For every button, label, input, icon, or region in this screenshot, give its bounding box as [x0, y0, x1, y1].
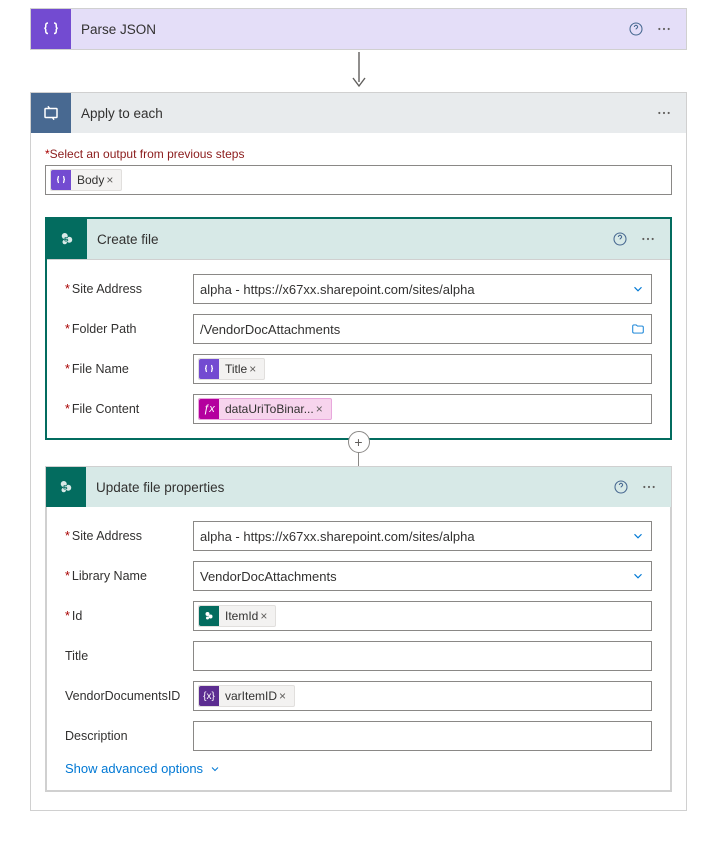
help-icon[interactable]: [622, 15, 650, 43]
apply-body: *Select an output from previous steps Bo…: [30, 133, 687, 811]
parse-json-title: Parse JSON: [71, 22, 622, 37]
variable-icon: {x}: [199, 686, 219, 706]
select-output-label: *Select an output from previous steps: [45, 147, 672, 161]
chevron-down-icon: [209, 763, 221, 775]
datauri-token[interactable]: ƒx dataUriToBinar... ×: [198, 398, 332, 420]
chevron-down-icon: [631, 569, 645, 583]
title-label: Title: [65, 649, 193, 663]
create-file-title: Create file: [87, 232, 606, 247]
chevron-down-icon: [631, 529, 645, 543]
itemid-token[interactable]: ItemId ×: [198, 605, 276, 627]
remove-token-icon[interactable]: ×: [258, 609, 269, 623]
remove-token-icon[interactable]: ×: [314, 402, 325, 416]
flow-arrow: [30, 50, 687, 92]
create-file-step[interactable]: S Create file *Site Address alpha - http…: [45, 217, 672, 440]
sharepoint-icon: S: [47, 219, 87, 259]
title-input[interactable]: [193, 641, 652, 671]
remove-token-icon[interactable]: ×: [277, 689, 288, 703]
file-content-input[interactable]: ƒx dataUriToBinar... ×: [193, 394, 652, 424]
json-icon: [31, 9, 71, 49]
help-icon[interactable]: [607, 473, 635, 501]
help-icon[interactable]: [606, 225, 634, 253]
json-icon: [51, 170, 71, 190]
add-step-button[interactable]: +: [348, 431, 370, 453]
loop-icon: [31, 93, 71, 133]
title-token[interactable]: Title ×: [198, 358, 265, 380]
select-output-input[interactable]: Body ×: [45, 165, 672, 195]
folder-picker-icon[interactable]: [631, 322, 645, 336]
update-file-properties-step[interactable]: S Update file properties *Site Address a…: [45, 466, 672, 792]
chevron-down-icon: [631, 282, 645, 296]
insert-step-connector: +: [45, 440, 672, 466]
vendor-docs-id-input[interactable]: {x} varItemID ×: [193, 681, 652, 711]
remove-token-icon[interactable]: ×: [247, 362, 258, 376]
remove-token-icon[interactable]: ×: [104, 173, 115, 187]
more-icon[interactable]: [635, 473, 663, 501]
file-name-input[interactable]: Title ×: [193, 354, 652, 384]
show-advanced-link[interactable]: Show advanced options: [65, 761, 652, 776]
file-content-label: *File Content: [65, 402, 193, 416]
library-name-label: *Library Name: [65, 569, 193, 583]
description-input[interactable]: [193, 721, 652, 751]
svg-text:S: S: [64, 236, 69, 243]
apply-to-each-card[interactable]: Apply to each: [30, 92, 687, 133]
site-address-label: *Site Address: [65, 529, 193, 543]
parse-json-card[interactable]: Parse JSON: [30, 8, 687, 50]
file-name-label: *File Name: [65, 362, 193, 376]
site-address-label: *Site Address: [65, 282, 193, 296]
library-name-dropdown[interactable]: VendorDocAttachments: [193, 561, 652, 591]
more-icon[interactable]: [650, 99, 678, 127]
expression-icon: ƒx: [199, 399, 219, 419]
site-address-dropdown[interactable]: alpha - https://x67xx.sharepoint.com/sit…: [193, 274, 652, 304]
apply-title: Apply to each: [71, 106, 650, 121]
description-label: Description: [65, 729, 193, 743]
more-icon[interactable]: [634, 225, 662, 253]
update-props-title: Update file properties: [86, 480, 607, 495]
body-token[interactable]: Body ×: [50, 169, 122, 191]
json-icon: [199, 359, 219, 379]
more-icon[interactable]: [650, 15, 678, 43]
varitemid-token[interactable]: {x} varItemID ×: [198, 685, 295, 707]
vendor-docs-id-label: VendorDocumentsID: [65, 689, 193, 703]
id-input[interactable]: ItemId ×: [193, 601, 652, 631]
svg-text:S: S: [63, 484, 68, 491]
sharepoint-icon: S: [46, 467, 86, 507]
site-address-dropdown[interactable]: alpha - https://x67xx.sharepoint.com/sit…: [193, 521, 652, 551]
sharepoint-icon: [199, 606, 219, 626]
folder-path-input[interactable]: /VendorDocAttachments: [193, 314, 652, 344]
id-label: *Id: [65, 609, 193, 623]
folder-path-label: *Folder Path: [65, 322, 193, 336]
